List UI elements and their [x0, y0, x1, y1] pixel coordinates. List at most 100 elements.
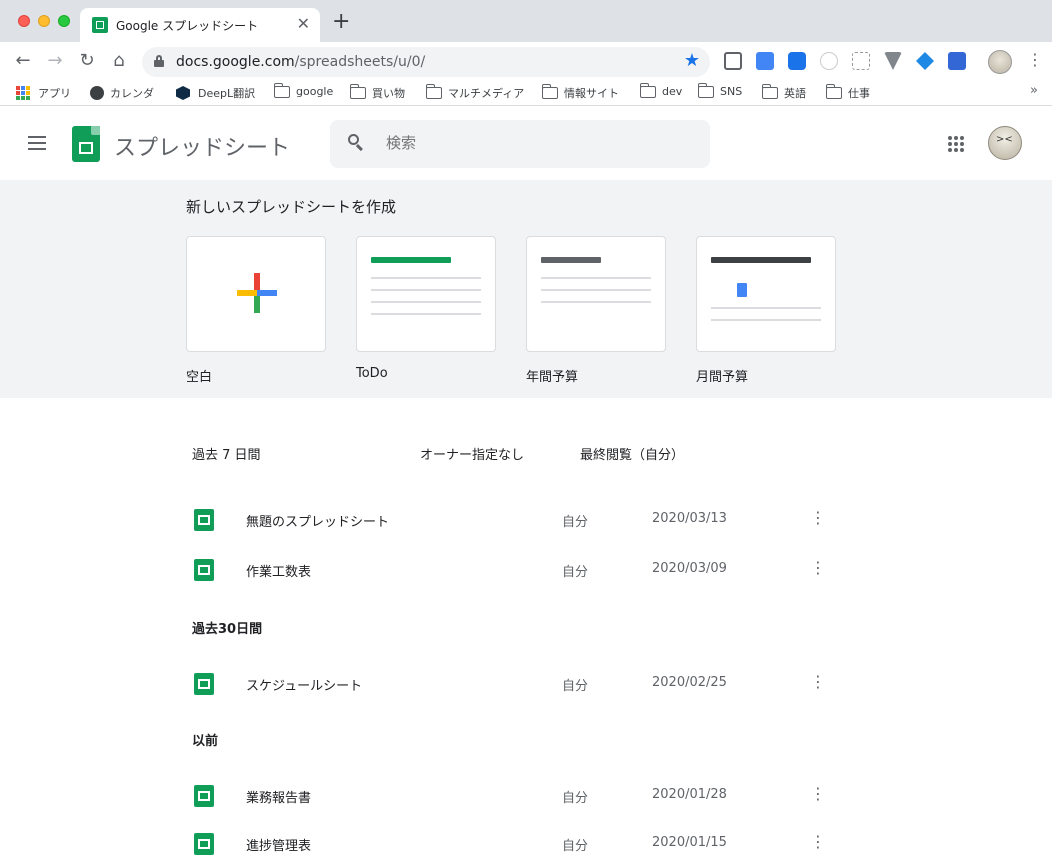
folder-icon [273, 82, 290, 98]
more-options-icon[interactable]: ⋮ [810, 832, 826, 851]
file-owner: 自分 [562, 791, 589, 806]
date-filter-dropdown[interactable]: 過去 7 日間 [192, 444, 261, 463]
bookmark-folder-work[interactable]: 仕事 [825, 84, 870, 101]
globe-icon [90, 86, 104, 100]
profile-avatar-small[interactable] [988, 50, 1012, 74]
file-owner: 自分 [562, 515, 589, 530]
url-path: /spreadsheets/u/0/ [294, 54, 426, 70]
minimize-window-button[interactable] [38, 15, 50, 27]
flutter-extension-icon[interactable] [916, 52, 934, 70]
sheets-app-bar: スプレッドシート [0, 106, 1052, 180]
template-label-monthly-budget: 月間予算 [696, 370, 749, 385]
more-options-icon[interactable]: ⋮ [810, 558, 826, 577]
bookmark-folder-dev[interactable]: dev [639, 82, 682, 98]
bookmark-deepl[interactable]: DeepL翻訳 [176, 85, 255, 101]
reload-button[interactable]: ↻ [76, 50, 98, 72]
account-avatar[interactable] [988, 126, 1022, 160]
url-host: docs.google.com [176, 54, 295, 70]
spreadsheet-file-icon [194, 673, 214, 695]
close-window-button[interactable] [18, 15, 30, 27]
folder-icon [697, 82, 714, 98]
file-owner: 自分 [562, 565, 589, 580]
spreadsheet-file-icon [194, 559, 214, 581]
file-owner: 自分 [562, 679, 589, 694]
template-label-blank: 空白 [186, 370, 213, 385]
file-date: 2020/03/13 [652, 511, 727, 526]
bookmarks-bar: アプリ カレンダ DeepL翻訳 google 買い物 マルチメディア 情報サイ… [0, 80, 1052, 106]
file-date: 2020/03/09 [652, 561, 727, 576]
bookmark-apps[interactable]: アプリ [16, 85, 71, 101]
browser-menu-icon[interactable]: ⋮ [1027, 50, 1043, 69]
forward-button[interactable]: → [44, 50, 66, 72]
zoom-window-button[interactable] [58, 15, 70, 27]
bookmark-star-icon[interactable]: ★ [684, 50, 700, 71]
file-row[interactable]: 業務報告書 自分 2020/01/28 ⋮ [180, 772, 840, 820]
sheets-favicon-icon [92, 17, 108, 33]
more-options-icon[interactable]: ⋮ [810, 508, 826, 527]
file-row[interactable]: 進捗管理表 自分 2020/01/15 ⋮ [180, 820, 840, 868]
search-box[interactable] [330, 120, 710, 168]
template-todo[interactable] [356, 236, 496, 352]
puzzle-extension-icon[interactable] [852, 52, 870, 70]
app-name[interactable]: スプレッドシート [114, 130, 290, 162]
bookmark-folder-sns[interactable]: SNS [697, 82, 742, 98]
browser-tab[interactable]: Google スプレッドシート ✕ [80, 8, 320, 42]
screen-extension-icon[interactable] [948, 52, 966, 70]
template-blank[interactable] [186, 236, 326, 352]
bookmark-folder-multimedia[interactable]: マルチメディア [425, 84, 524, 101]
more-bookmarks-icon[interactable]: » [1030, 83, 1038, 98]
folder-icon [425, 84, 442, 99]
japan-flag-extension-icon[interactable] [820, 52, 838, 70]
more-options-icon[interactable]: ⋮ [810, 784, 826, 803]
template-monthly-budget[interactable] [696, 236, 836, 352]
file-row[interactable]: スケジュールシート 自分 2020/02/25 ⋮ [180, 660, 840, 708]
tab-title: Google スプレッドシート [116, 19, 259, 33]
tab-close-icon[interactable]: ✕ [297, 14, 310, 33]
translate-extension-icon[interactable] [756, 52, 774, 70]
file-name: 作業工数表 [246, 565, 312, 580]
spreadsheet-file-icon [194, 785, 214, 807]
template-todo-header [371, 257, 451, 263]
file-date: 2020/01/28 [652, 787, 727, 802]
new-tab-button[interactable]: + [332, 11, 350, 33]
url-text: docs.google.com/spreadsheets/u/0/ [176, 54, 425, 70]
template-label-todo: ToDo [356, 366, 388, 381]
sort-dropdown[interactable]: 最終閲覧（自分） [580, 444, 684, 463]
google-extension-icon[interactable] [788, 52, 806, 70]
file-owner: 自分 [562, 839, 589, 854]
file-row[interactable]: 作業工数表 自分 2020/03/09 ⋮ [180, 546, 840, 594]
sheets-logo-icon[interactable] [72, 126, 100, 162]
bookmark-folder-google[interactable]: google [273, 82, 333, 98]
bookmark-calendar[interactable]: カレンダ [90, 85, 154, 101]
file-row[interactable]: 無題のスプレッドシート 自分 2020/03/13 ⋮ [180, 496, 840, 544]
bookmark-folder-info[interactable]: 情報サイト [541, 84, 619, 101]
back-button[interactable]: ← [12, 50, 34, 72]
folder-icon [541, 84, 558, 99]
browser-toolbar: ← → ↻ ⌂ docs.google.com/spreadsheets/u/0… [0, 42, 1052, 80]
folder-icon [639, 82, 656, 98]
file-name: 無題のスプレッドシート [246, 515, 390, 530]
main-menu-icon[interactable] [28, 136, 46, 150]
search-input[interactable] [386, 134, 686, 152]
bookmark-folder-english[interactable]: 英語 [761, 84, 806, 101]
vue-extension-icon[interactable] [884, 52, 902, 70]
gallery-heading: 新しいスプレッドシートを作成 [186, 198, 397, 216]
template-label-annual-budget: 年間予算 [526, 370, 579, 385]
file-date: 2020/01/15 [652, 835, 727, 850]
file-name: スケジュールシート [246, 679, 363, 694]
file-list: 過去 7 日間 オーナー指定なし 最終閲覧（自分） 無題のスプレッドシート 自分… [0, 398, 1052, 856]
google-apps-icon[interactable] [948, 136, 964, 152]
template-monthly-chart [737, 283, 747, 297]
search-icon[interactable] [348, 134, 364, 150]
address-bar[interactable]: docs.google.com/spreadsheets/u/0/ ★ [142, 47, 710, 77]
more-options-icon[interactable]: ⋮ [810, 672, 826, 691]
template-annual-header [541, 257, 601, 263]
deepl-icon [176, 86, 190, 100]
download-extension-icon[interactable] [724, 52, 742, 70]
spreadsheet-file-icon [194, 833, 214, 855]
browser-tab-bar: Google スプレッドシート ✕ + [0, 0, 1052, 42]
home-button[interactable]: ⌂ [108, 50, 130, 72]
owner-filter-dropdown[interactable]: オーナー指定なし [420, 444, 524, 463]
template-annual-budget[interactable] [526, 236, 666, 352]
bookmark-folder-shopping[interactable]: 買い物 [349, 84, 405, 101]
